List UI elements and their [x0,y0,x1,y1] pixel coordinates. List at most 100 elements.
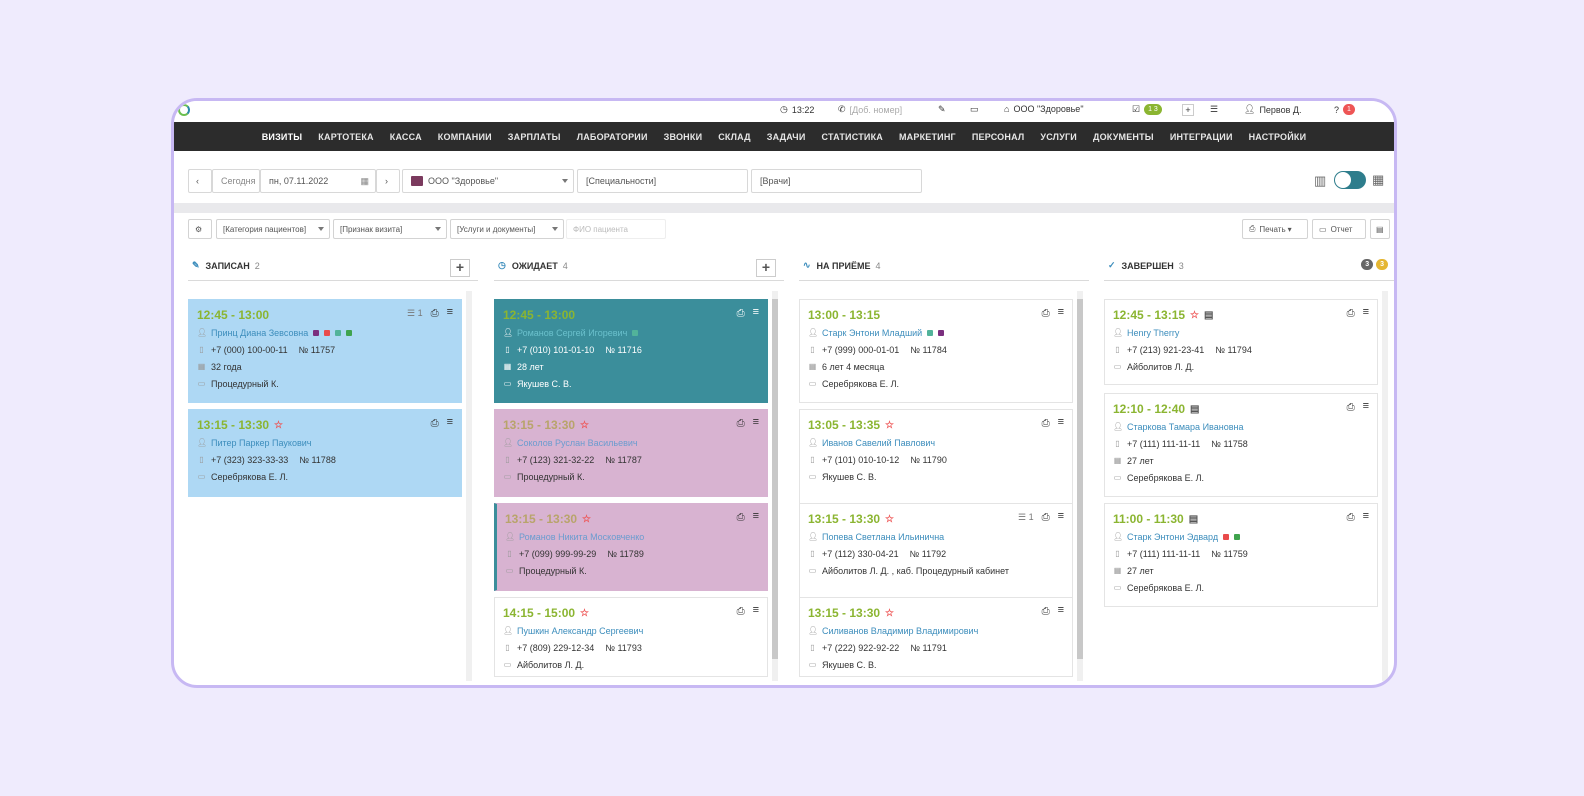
menu-icon[interactable]: ≡ [753,605,759,617]
patient-name[interactable]: Романов Сергей Игоревич [517,328,627,338]
menu-icon[interactable]: ≡ [753,511,759,523]
edit-icon[interactable]: ✎ [938,104,946,115]
nav-item[interactable]: КАРТОТЕКА [310,132,381,142]
visit-card[interactable]: 13:15 - 13:30 ☆ ⎙ ≡ 👤︎ Питер Паркер Паукович ▯… [188,409,462,497]
org-filter[interactable]: ООО "Здоровье" [402,169,574,193]
nav-item[interactable]: КАССА [382,132,430,142]
add-visit-button[interactable]: + [756,259,776,277]
report-button[interactable]: ▭ Отчет [1312,219,1366,239]
print-button[interactable]: ⎙ Печать ▾ [1242,219,1308,239]
visit-card[interactable]: 12:45 - 13:15 ☆ ▤ ⎙ ≡ 👤︎ Henry Therry ▯ +7 (213)… [1104,299,1378,385]
column-scrollbar[interactable] [466,291,472,681]
view-toggle[interactable] [1334,171,1366,189]
calendar-view-icon[interactable]: ▦ [1372,172,1384,188]
visit-card[interactable]: 13:15 - 13:30 ☆ ⎙ ≡ 👤︎ Силиванов Владимир Вла… [799,597,1073,677]
nav-item[interactable]: УСЛУГИ [1032,132,1085,142]
visit-card[interactable]: 12:10 - 12:40 ▤ ⎙ ≡ 👤︎ Старкова Тамара Иванов… [1104,393,1378,497]
patient-name[interactable]: Питер Паркер Паукович [211,438,311,448]
visit-card[interactable]: 13:15 - 13:30 ☆ ⎙ ≡ 👤︎ Соколов Руслан Василье… [494,409,768,497]
patient-name[interactable]: Принц Диана Зевсовна [211,328,308,338]
printer-icon[interactable]: ⎙ [1347,402,1355,413]
printer-icon[interactable]: ⎙ [1347,512,1355,523]
today-button[interactable]: Сегодня [212,169,260,193]
printer-icon[interactable]: ⎙ [737,512,745,523]
prev-day-button[interactable]: ‹ [188,169,212,193]
menu-icon[interactable]: ≡ [447,417,453,429]
menu-icon[interactable]: ≡ [753,307,759,319]
menu-icon[interactable]: ≡ [1363,511,1369,523]
printer-icon[interactable]: ⎙ [737,418,745,429]
menu-icon[interactable]: ≡ [753,417,759,429]
printer-icon[interactable]: ⎙ [1042,308,1050,319]
help[interactable]: ? 1 [1334,104,1355,115]
calculator-icon[interactable]: ▤ [1370,219,1390,239]
nav-item[interactable]: ЗАРПЛАТЫ [500,132,569,142]
printer-icon[interactable]: ⎙ [1042,606,1050,617]
patient-name[interactable]: Соколов Руслан Васильевич [517,438,638,448]
next-day-button[interactable]: › [376,169,400,193]
printer-icon[interactable]: ⎙ [431,308,439,319]
visit-card[interactable]: 12:45 - 13:00 ☰ 1 ⎙ ≡ 👤︎ Принц Диана Зевсовна… [188,299,462,403]
menu-icon[interactable]: ≡ [1058,511,1064,523]
visit-card[interactable]: 14:15 - 15:00 ☆ ⎙ ≡ 👤︎ Пушкин Александр Серге… [494,597,768,677]
nav-item[interactable]: ДОКУМЕНТЫ [1085,132,1162,142]
org-selector[interactable]: ⌂ ООО "Здоровье" [1004,104,1084,114]
add-visit-button[interactable]: + [450,259,470,277]
column-scrollbar[interactable] [772,291,778,681]
column-scrollbar[interactable] [1382,291,1388,681]
visit-card[interactable]: 12:45 - 13:00 ⎙ ≡ 👤︎ Романов Сергей Игоревич… [494,299,768,403]
columns-view-icon[interactable]: ▥ [1314,173,1326,189]
calendar-icon[interactable]: ▦ [360,176,369,187]
printer-icon[interactable]: ⎙ [1042,418,1050,429]
patient-name[interactable]: Старк Энтони Младший [822,328,922,338]
nav-item[interactable]: ЗВОНКИ [656,132,711,142]
visit-card[interactable]: 13:15 - 13:30 ☆ ⎙ ≡ 👤︎ Романов Никита Московч… [494,503,768,591]
list-icon[interactable]: ☰ 1 [1018,512,1034,523]
nav-item[interactable]: ПЕРСОНАЛ [964,132,1033,142]
column-scrollbar[interactable] [1077,291,1083,681]
patient-name[interactable]: Старк Энтони Эдвард [1127,532,1218,542]
list-icon[interactable]: ☰ [1210,104,1218,115]
nav-item[interactable]: НАСТРОЙКИ [1241,132,1315,142]
specialty-filter[interactable]: [Специальности] [577,169,748,193]
nav-item[interactable]: ВИЗИТЫ [254,132,311,142]
patient-name[interactable]: Иванов Савелий Павлович [822,438,935,448]
patient-name[interactable]: Романов Никита Московченко [519,532,644,542]
services-select[interactable]: [Услуги и документы] [450,219,564,239]
scroll-thumb[interactable] [772,299,778,659]
menu-icon[interactable]: ≡ [1058,417,1064,429]
user-menu[interactable]: 👤︎ Первов Д. [1244,104,1301,115]
visit-card[interactable]: 13:15 - 13:30 ☆ ☰ 1 ⎙ ≡ 👤︎ Попева Светлана Иль… [799,503,1073,598]
visit-sign-select[interactable]: [Признак визита] [333,219,447,239]
visit-card[interactable]: 13:05 - 13:35 ☆ ⎙ ≡ 👤︎ Иванов Савелий Павлови… [799,409,1073,504]
nav-item[interactable]: МАРКЕТИНГ [891,132,964,142]
tasks[interactable]: ☑ 1 3 [1132,104,1162,115]
date-input[interactable]: пн, 07.11.2022 ▦ [260,169,376,193]
printer-icon[interactable]: ⎙ [1347,308,1355,319]
nav-item[interactable]: СТАТИСТИКА [814,132,891,142]
patient-name[interactable]: Пушкин Александр Сергеевич [517,626,643,636]
note-icon[interactable]: ▭ [970,104,979,115]
printer-icon[interactable]: ⎙ [1042,512,1050,523]
menu-icon[interactable]: ≡ [1363,307,1369,319]
menu-icon[interactable]: ≡ [1058,605,1064,617]
visit-card[interactable]: 13:00 - 13:15 ⎙ ≡ 👤︎ Старк Энтони Младший ▯ +7… [799,299,1073,403]
nav-item[interactable]: ЗАДАЧИ [759,132,814,142]
nav-item[interactable]: ИНТЕГРАЦИИ [1162,132,1241,142]
visit-card[interactable]: 11:00 - 11:30 ▤ ⎙ ≡ 👤︎ Старк Энтони Эдвард ▯ +7… [1104,503,1378,607]
nav-item[interactable]: КОМПАНИИ [430,132,500,142]
printer-icon[interactable]: ⎙ [737,606,745,617]
patient-category-select[interactable]: [Категория пациентов] [216,219,330,239]
patient-name[interactable]: Старкова Тамара Ивановна [1127,422,1243,432]
fio-search-input[interactable]: ФИО пациента [566,219,666,239]
printer-icon[interactable]: ⎙ [431,418,439,429]
doctors-filter[interactable]: [Врачи] [751,169,922,193]
patient-name[interactable]: Попева Светлана Ильинична [822,532,944,542]
nav-item[interactable]: ЛАБОРАТОРИИ [569,132,656,142]
printer-icon[interactable]: ⎙ [737,308,745,319]
list-icon[interactable]: ☰ 1 [407,308,423,319]
scroll-thumb[interactable] [1077,299,1083,659]
settings-gear-icon[interactable]: ⚙ [188,219,212,239]
add-icon[interactable]: + [1182,104,1194,116]
nav-item[interactable]: СКЛАД [710,132,759,142]
